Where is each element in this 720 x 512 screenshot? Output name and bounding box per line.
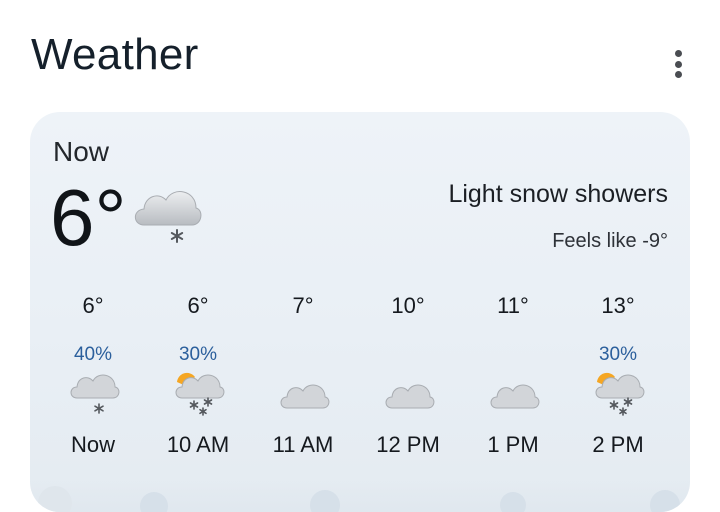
hour-temperature: 6° (82, 293, 104, 318)
hour-item[interactable]: 6° 40% Now (43, 112, 143, 512)
hour-temperature: 6° (187, 293, 209, 318)
hour-precipitation: 40% (73, 344, 113, 365)
partly-sunny-snow-icon (172, 368, 228, 416)
hour-item[interactable]: 6° 30% 10 AM (148, 112, 248, 512)
hour-item[interactable]: 10° 12 PM (358, 112, 458, 512)
hour-label: 12 PM (376, 432, 440, 457)
cloud-icon (487, 368, 543, 416)
hour-item[interactable]: 11° 1 PM (463, 112, 563, 512)
cloud-snow-icon (67, 368, 123, 416)
hour-item[interactable]: 7° 11 AM (253, 112, 353, 512)
more-options-icon[interactable] (668, 48, 688, 80)
partly-sunny-snow-icon (592, 368, 648, 416)
cloud-icon (277, 368, 333, 416)
hour-label: 11 AM (272, 432, 334, 457)
hour-temperature: 10° (391, 293, 425, 318)
hour-label: 2 PM (592, 432, 644, 457)
hour-label: 10 AM (166, 432, 230, 457)
hour-temperature: 13° (601, 293, 635, 318)
cloud-icon (382, 368, 438, 416)
hour-precipitation: 30% (598, 344, 638, 365)
hourly-forecast: 6° 40% Now 6° 30% 10 AM 7° 11 AM 10° 12 … (30, 112, 690, 512)
hour-temperature: 11° (497, 293, 529, 318)
background-scenery (30, 480, 690, 512)
page-title: Weather (31, 30, 199, 79)
hour-precipitation: 30% (178, 344, 218, 365)
hour-temperature: 7° (292, 293, 314, 318)
hour-label: Now (70, 432, 115, 457)
hour-label: 1 PM (487, 432, 539, 457)
hour-item[interactable]: 13° 30% 2 PM (568, 112, 668, 512)
weather-card[interactable]: Now 6° Light snow showers Feels like -9°… (30, 112, 690, 512)
